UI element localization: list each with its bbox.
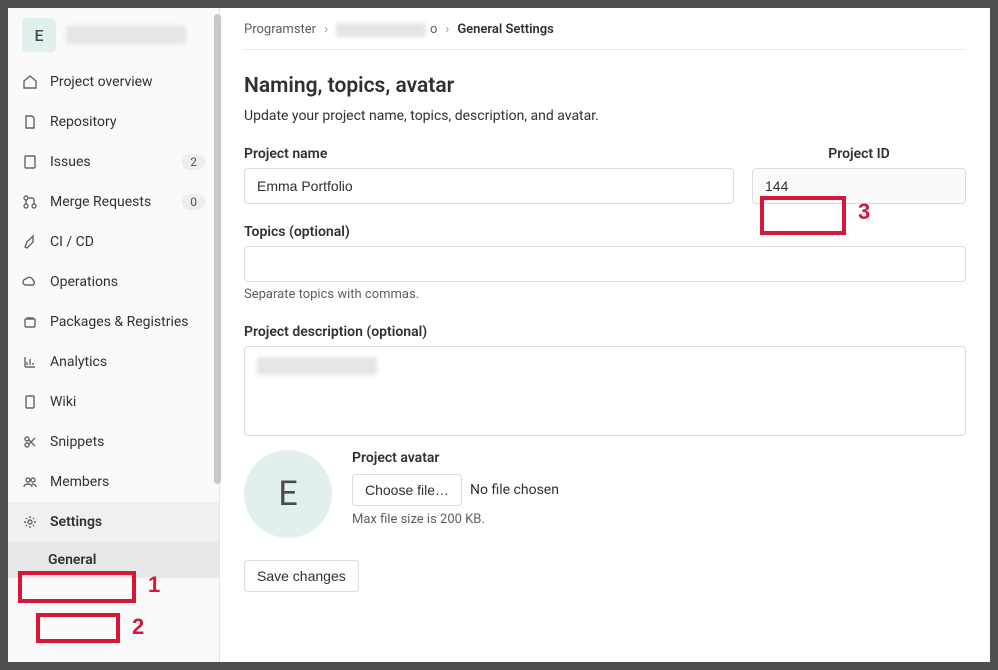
sidebar-item-settings[interactable]: Settings [8, 502, 219, 542]
avatar-label: Project avatar [352, 450, 966, 466]
sidebar-item-members[interactable]: Members [8, 462, 219, 502]
sidebar-sub-item-general[interactable]: General [8, 542, 219, 578]
sidebar-item-label: Operations [50, 274, 205, 290]
gear-icon [22, 514, 38, 530]
sidebar-item-label: Project overview [50, 74, 205, 90]
topics-input[interactable] [244, 246, 966, 282]
project-avatar-small: E [22, 18, 56, 52]
sidebar-item-label: Members [50, 474, 205, 490]
sidebar-item-wiki[interactable]: Wiki [8, 382, 219, 422]
sidebar-header[interactable]: E [8, 8, 219, 62]
breadcrumb: Programster › o › General Settings [244, 22, 966, 49]
chart-icon [22, 354, 38, 370]
sidebar-item-merge-requests[interactable]: Merge Requests 0 [8, 182, 219, 222]
project-id-label: Project ID [752, 146, 966, 162]
divider [244, 49, 966, 50]
book-icon [22, 394, 38, 410]
description-textarea[interactable] [244, 346, 966, 436]
section-heading: Naming, topics, avatar [244, 74, 966, 98]
topics-label: Topics (optional) [244, 224, 966, 240]
sidebar-sub-item-label: General [48, 552, 96, 568]
members-icon [22, 474, 38, 490]
issues-icon [22, 154, 38, 170]
save-changes-button[interactable]: Save changes [244, 560, 359, 592]
description-label: Project description (optional) [244, 324, 966, 340]
chevron-right-icon: › [445, 22, 449, 37]
home-icon [22, 74, 38, 90]
cloud-icon [22, 274, 38, 290]
breadcrumb-programster[interactable]: Programster [244, 22, 316, 37]
sidebar-item-label: Issues [50, 154, 170, 170]
sidebar-item-project-overview[interactable]: Project overview [8, 62, 219, 102]
mr-badge: 0 [182, 194, 205, 210]
merge-icon [22, 194, 38, 210]
chevron-right-icon: › [324, 22, 328, 37]
sidebar-item-label: Wiki [50, 394, 205, 410]
file-status: No file chosen [470, 482, 559, 498]
sidebar-item-label: Merge Requests [50, 194, 170, 210]
file-hint: Max file size is 200 KB. [352, 512, 966, 527]
sidebar-item-label: Analytics [50, 354, 205, 370]
file-icon [22, 114, 38, 130]
sidebar-item-issues[interactable]: Issues 2 [8, 142, 219, 182]
sidebar-item-cicd[interactable]: CI / CD [8, 222, 219, 262]
rocket-icon [22, 234, 38, 250]
sidebar-item-label: Settings [50, 514, 205, 530]
breadcrumb-project-redacted[interactable] [336, 23, 426, 37]
scrollbar[interactable] [214, 14, 221, 484]
choose-file-button[interactable]: Choose file… [352, 474, 462, 506]
main-content: Programster › o › General Settings Namin… [220, 8, 990, 662]
sidebar-item-repository[interactable]: Repository [8, 102, 219, 142]
sidebar-item-packages[interactable]: Packages & Registries [8, 302, 219, 342]
project-id-input[interactable] [752, 168, 966, 204]
sidebar-item-label: Snippets [50, 434, 205, 450]
breadcrumb-current: General Settings [457, 22, 554, 37]
issues-badge: 2 [182, 154, 205, 170]
project-name-label: Project name [244, 146, 734, 162]
project-name-input[interactable] [244, 168, 734, 204]
topics-hint: Separate topics with commas. [244, 287, 966, 302]
description-redacted [257, 357, 377, 375]
project-avatar-large: E [244, 450, 332, 538]
sidebar-item-analytics[interactable]: Analytics [8, 342, 219, 382]
sidebar-item-label: Packages & Registries [50, 314, 205, 330]
project-name-redacted [66, 26, 186, 44]
sidebar: E Project overview Repository Issues 2 M… [8, 8, 220, 662]
section-subtitle: Update your project name, topics, descri… [244, 108, 966, 124]
sidebar-item-label: CI / CD [50, 234, 205, 250]
package-icon [22, 314, 38, 330]
sidebar-item-label: Repository [50, 114, 205, 130]
sidebar-item-operations[interactable]: Operations [8, 262, 219, 302]
scissors-icon [22, 434, 38, 450]
sidebar-item-snippets[interactable]: Snippets [8, 422, 219, 462]
